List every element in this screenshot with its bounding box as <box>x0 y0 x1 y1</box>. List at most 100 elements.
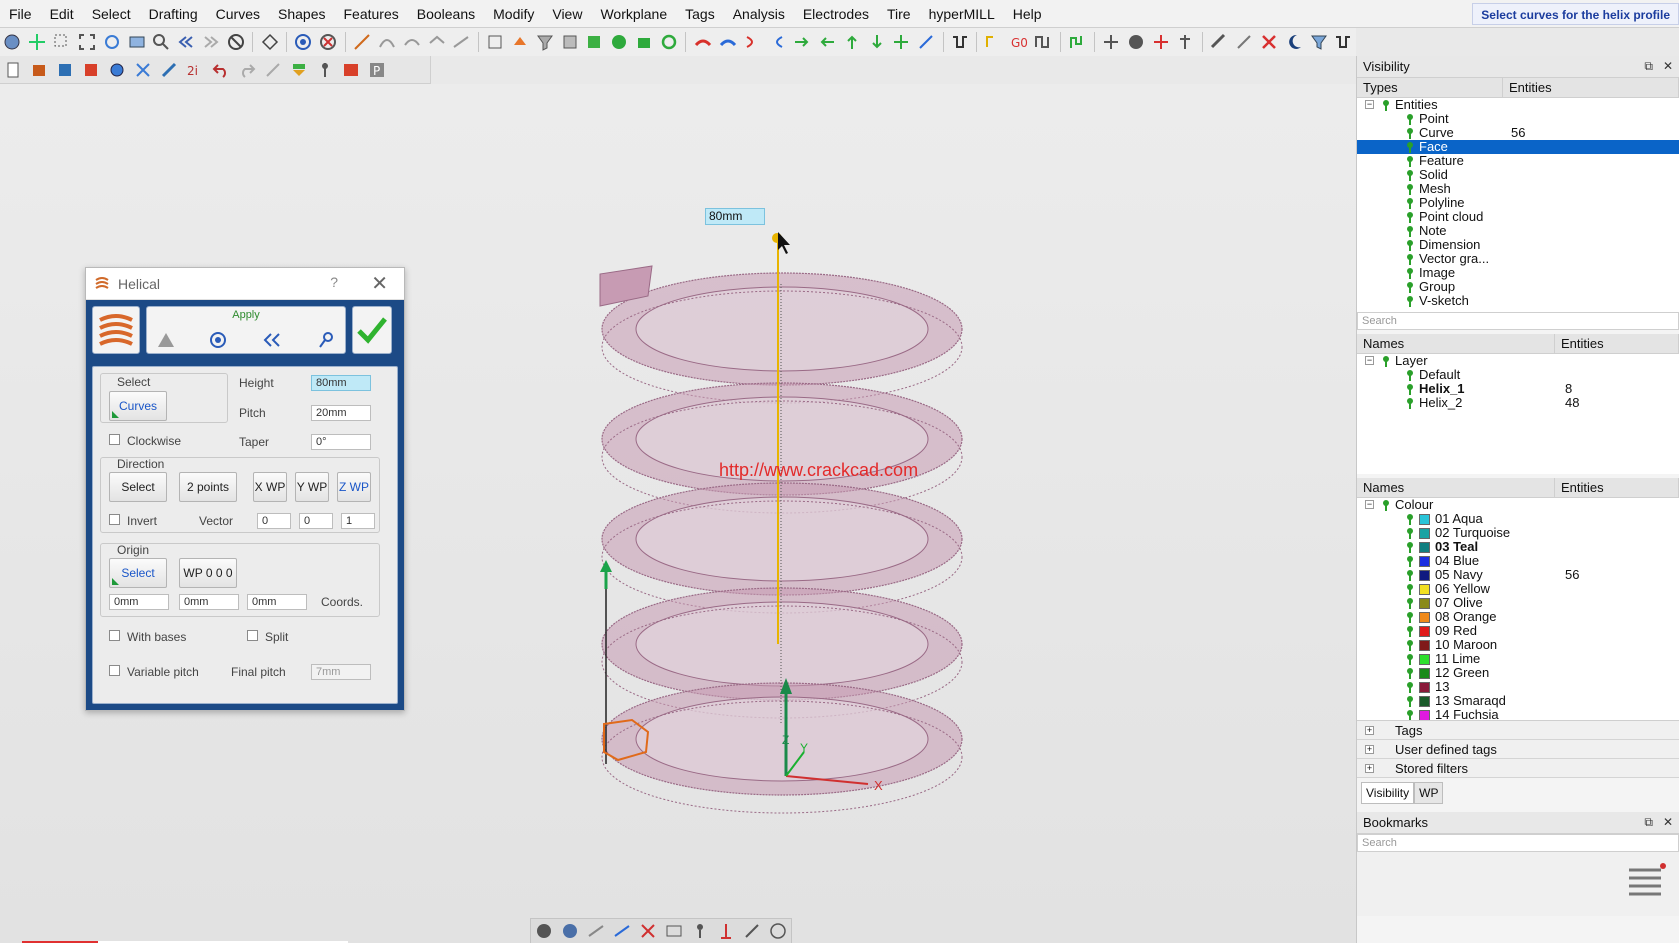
vector-y-field[interactable]: 0 <box>299 513 333 529</box>
compass-icon[interactable] <box>766 919 790 943</box>
origin-x-field[interactable]: 0mm <box>109 594 169 610</box>
type-face[interactable]: Face <box>1357 140 1679 154</box>
g0-icon[interactable]: G0 <box>1008 31 1029 53</box>
pan-icon[interactable] <box>27 31 48 53</box>
magnify-icon[interactable] <box>151 31 172 53</box>
menu-help[interactable]: Help <box>1004 6 1051 22</box>
apply-panel[interactable]: Apply <box>146 306 346 354</box>
colour-08-orange[interactable]: 08 Orange <box>1357 610 1679 624</box>
colour-13-smaraqd[interactable]: 13 Smaraqd <box>1357 694 1679 708</box>
colour-04-blue[interactable]: 04 Blue <box>1357 554 1679 568</box>
layer-default[interactable]: Default <box>1357 368 1679 382</box>
menu-workplane[interactable]: Workplane <box>591 6 676 22</box>
menu-edit[interactable]: Edit <box>41 6 83 22</box>
zoom-box-icon[interactable] <box>52 31 73 53</box>
layer-helix-1[interactable]: Helix_1 8 <box>1357 382 1679 396</box>
g-code-icon[interactable] <box>983 31 1004 53</box>
next-view-icon[interactable] <box>201 31 222 53</box>
target-icon[interactable] <box>293 31 314 53</box>
globe-icon[interactable] <box>2 31 23 53</box>
edit-icon[interactable] <box>262 59 284 81</box>
p-icon[interactable]: P <box>366 59 388 81</box>
tag-node-0[interactable]: + Tags <box>1357 721 1679 740</box>
green-circle-icon[interactable] <box>609 31 630 53</box>
new-file-icon[interactable] <box>2 59 24 81</box>
diamond-icon[interactable] <box>259 31 280 53</box>
colour-02-turquoise[interactable]: 02 Turquoise <box>1357 526 1679 540</box>
type-point[interactable]: Point <box>1357 112 1679 126</box>
two-points-button[interactable]: 2 points <box>179 472 237 502</box>
visibility-pin-icon[interactable] <box>1405 295 1415 310</box>
expand-icon[interactable]: − <box>1365 100 1374 109</box>
tools-icon[interactable] <box>132 59 154 81</box>
menu-features[interactable]: Features <box>334 6 407 22</box>
type-image[interactable]: Image <box>1357 266 1679 280</box>
blue-curve-icon[interactable] <box>767 31 788 53</box>
trim-icon[interactable] <box>916 31 937 53</box>
curve-tool-4-icon[interactable] <box>451 31 472 53</box>
pick-icon[interactable] <box>317 331 335 349</box>
menu-tags[interactable]: Tags <box>676 6 724 22</box>
type-mesh[interactable]: Mesh <box>1357 182 1679 196</box>
type-curve[interactable]: Curve 56 <box>1357 126 1679 140</box>
dialog-titlebar[interactable]: Helical <box>86 268 404 300</box>
moon-icon[interactable] <box>1283 31 1304 53</box>
expand-icon[interactable]: − <box>1365 500 1374 509</box>
tab-visibility[interactable]: Visibility <box>1361 782 1415 804</box>
type-group[interactable]: Group <box>1357 280 1679 294</box>
x-wp-button[interactable]: X WP <box>253 472 287 502</box>
apply-label[interactable]: Apply <box>147 309 345 321</box>
measure-icon[interactable] <box>1209 31 1230 53</box>
tab-wp[interactable]: WP <box>1414 782 1444 804</box>
wand-icon[interactable] <box>1234 31 1255 53</box>
float-icon[interactable]: ⧉ <box>1644 59 1653 73</box>
tag-node-1[interactable]: + User defined tags <box>1357 740 1679 759</box>
cancel-target-icon[interactable] <box>318 31 339 53</box>
cross-tool-icon[interactable] <box>1150 31 1171 53</box>
probe-icon[interactable] <box>1067 31 1088 53</box>
profile-icon[interactable] <box>950 31 971 53</box>
height-dimension-input[interactable]: 80mm <box>705 208 765 225</box>
wire-icon[interactable] <box>610 919 634 943</box>
pin-icon[interactable] <box>314 59 336 81</box>
expand-icon[interactable]: − <box>1365 356 1374 365</box>
type-note[interactable]: Note <box>1357 224 1679 238</box>
y-wp-button[interactable]: Y WP <box>295 472 329 502</box>
menu-select[interactable]: Select <box>83 6 140 22</box>
green-box-icon[interactable] <box>634 31 655 53</box>
pitch-field[interactable]: 20mm <box>311 405 371 421</box>
back-icon[interactable] <box>261 331 283 349</box>
arrow-down-icon[interactable] <box>866 31 887 53</box>
type-vector-gra-[interactable]: Vector gra... <box>1357 252 1679 266</box>
ok-checkmark-button[interactable] <box>352 306 392 354</box>
split-checkbox[interactable] <box>247 630 258 641</box>
type-v-sketch[interactable]: V-sketch <box>1357 294 1679 308</box>
profile-2-icon[interactable] <box>1333 31 1354 53</box>
gear-icon[interactable] <box>106 59 128 81</box>
menu-view[interactable]: View <box>543 6 591 22</box>
red-curve-icon[interactable] <box>742 31 763 53</box>
wp-000-button[interactable]: WP 0 0 0 <box>179 558 237 588</box>
arrow-tool-icon[interactable] <box>1101 31 1122 53</box>
colour-07-olive[interactable]: 07 Olive <box>1357 596 1679 610</box>
invert-checkbox[interactable] <box>109 514 120 525</box>
dimension-icon[interactable] <box>714 919 738 943</box>
colour-11-lime[interactable]: 11 Lime <box>1357 652 1679 666</box>
undo-icon[interactable] <box>210 59 232 81</box>
close-button[interactable]: ✕ <box>371 271 388 296</box>
shading-icon[interactable] <box>532 919 556 943</box>
type-dimension[interactable]: Dimension <box>1357 238 1679 252</box>
panel-close-icon[interactable]: ✕ <box>1663 59 1673 73</box>
tree-root-colour[interactable]: − Colour <box>1357 498 1679 512</box>
split-icon[interactable] <box>891 31 912 53</box>
direction-select-button[interactable]: Select <box>109 472 167 502</box>
bookmarks-float-icon[interactable]: ⧉ <box>1644 815 1653 829</box>
menu-drafting[interactable]: Drafting <box>140 6 207 22</box>
arrow-up-icon[interactable] <box>841 31 862 53</box>
menu-analysis[interactable]: Analysis <box>724 6 794 22</box>
menu-tire[interactable]: Tire <box>878 6 920 22</box>
variable-pitch-checkbox[interactable] <box>109 665 120 676</box>
origin-select-button[interactable]: Select <box>109 558 167 588</box>
visibility-pin-icon[interactable] <box>1405 397 1415 412</box>
save-icon[interactable] <box>559 31 580 53</box>
